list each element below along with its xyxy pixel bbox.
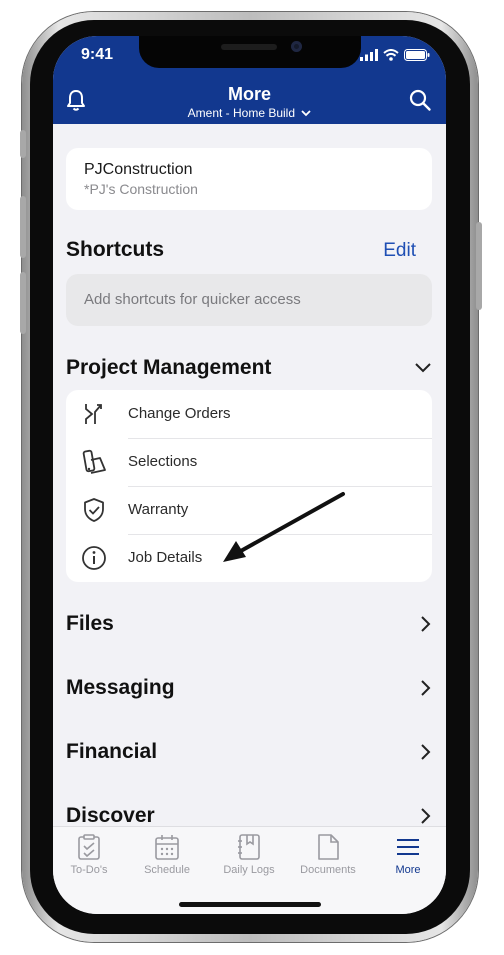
company-card[interactable]: PJConstruction *PJ's Construction — [66, 148, 432, 210]
info-icon — [82, 546, 106, 570]
list-item-change-orders[interactable]: Change Orders — [66, 390, 432, 438]
shortcuts-title: Shortcuts — [66, 238, 165, 261]
home-indicator — [179, 902, 321, 907]
volume-down-button — [20, 272, 26, 334]
list-item-warranty[interactable]: Warranty — [66, 486, 432, 534]
daily-logs-icon — [238, 834, 260, 860]
tab-label: More — [395, 864, 421, 876]
tab-documents[interactable]: Documents — [289, 833, 367, 876]
chevron-right-icon[interactable] — [420, 807, 432, 825]
chevron-right-icon[interactable] — [420, 615, 432, 633]
header-bar: 9:41 More Ament - Home Build — [53, 36, 446, 124]
project-name: Ament - Home Build — [187, 106, 296, 120]
tab-more[interactable]: More — [369, 833, 446, 876]
front-camera — [291, 41, 302, 52]
change-orders-icon — [85, 404, 102, 424]
section-messaging[interactable]: Messaging — [66, 676, 175, 700]
project-management-list: Change Orders Selections Warranty Job De… — [66, 390, 432, 582]
shortcuts-placeholder[interactable]: Add shortcuts for quicker access — [66, 274, 432, 326]
list-item-label: Job Details — [128, 549, 203, 566]
project-selector[interactable]: Ament - Home Build — [53, 106, 446, 120]
selections-icon — [82, 449, 106, 474]
section-discover[interactable]: Discover — [66, 804, 155, 828]
chevron-right-icon[interactable] — [420, 679, 432, 697]
battery-icon — [404, 49, 430, 61]
calendar-icon — [155, 835, 179, 860]
list-item-selections[interactable]: Selections — [66, 438, 432, 486]
tab-bar: To-Do's Schedule Daily Logs Documents Mo… — [53, 826, 446, 914]
app-screen: 9:41 More Ament - Home Build PJConstruct… — [53, 36, 446, 914]
search-icon[interactable] — [408, 88, 432, 112]
page-title: More — [227, 84, 271, 104]
list-item-label: Selections — [128, 453, 198, 470]
tab-label: Documents — [300, 864, 356, 876]
status-time: 9:41 — [81, 46, 114, 63]
list-item-label: Change Orders — [128, 405, 231, 422]
notch — [139, 36, 361, 68]
chevron-right-icon[interactable] — [420, 743, 432, 761]
power-button — [476, 222, 482, 310]
tab-schedule[interactable]: Schedule — [128, 833, 206, 876]
chevron-down-icon[interactable] — [414, 362, 432, 374]
section-financial[interactable]: Financial — [66, 740, 157, 764]
tab-todos[interactable]: To-Do's — [53, 833, 128, 876]
mute-switch — [20, 130, 26, 158]
tab-label: Schedule — [144, 864, 190, 876]
company-name: PJConstruction — [84, 161, 193, 178]
company-subtitle: *PJ's Construction — [84, 181, 198, 197]
chevron-down-icon — [301, 110, 311, 117]
list-item-job-details[interactable]: Job Details — [66, 534, 432, 582]
menu-icon — [397, 839, 419, 855]
edit-shortcuts-button[interactable]: Edit — [383, 240, 416, 262]
project-management-title: Project Management — [66, 356, 272, 379]
tab-label: To-Do's — [70, 864, 108, 876]
shortcuts-placeholder-text: Add shortcuts for quicker access — [84, 291, 301, 308]
shield-icon — [84, 498, 104, 522]
volume-up-button — [20, 196, 26, 258]
tab-daily-logs[interactable]: Daily Logs — [210, 833, 288, 876]
wifi-icon — [383, 49, 399, 61]
list-item-label: Warranty — [128, 501, 189, 518]
status-icons — [360, 49, 430, 61]
speaker — [221, 44, 277, 50]
todo-icon — [78, 834, 100, 860]
signal-icon — [360, 49, 378, 61]
document-icon — [318, 834, 339, 860]
section-files[interactable]: Files — [66, 612, 114, 636]
tab-label: Daily Logs — [223, 864, 275, 876]
